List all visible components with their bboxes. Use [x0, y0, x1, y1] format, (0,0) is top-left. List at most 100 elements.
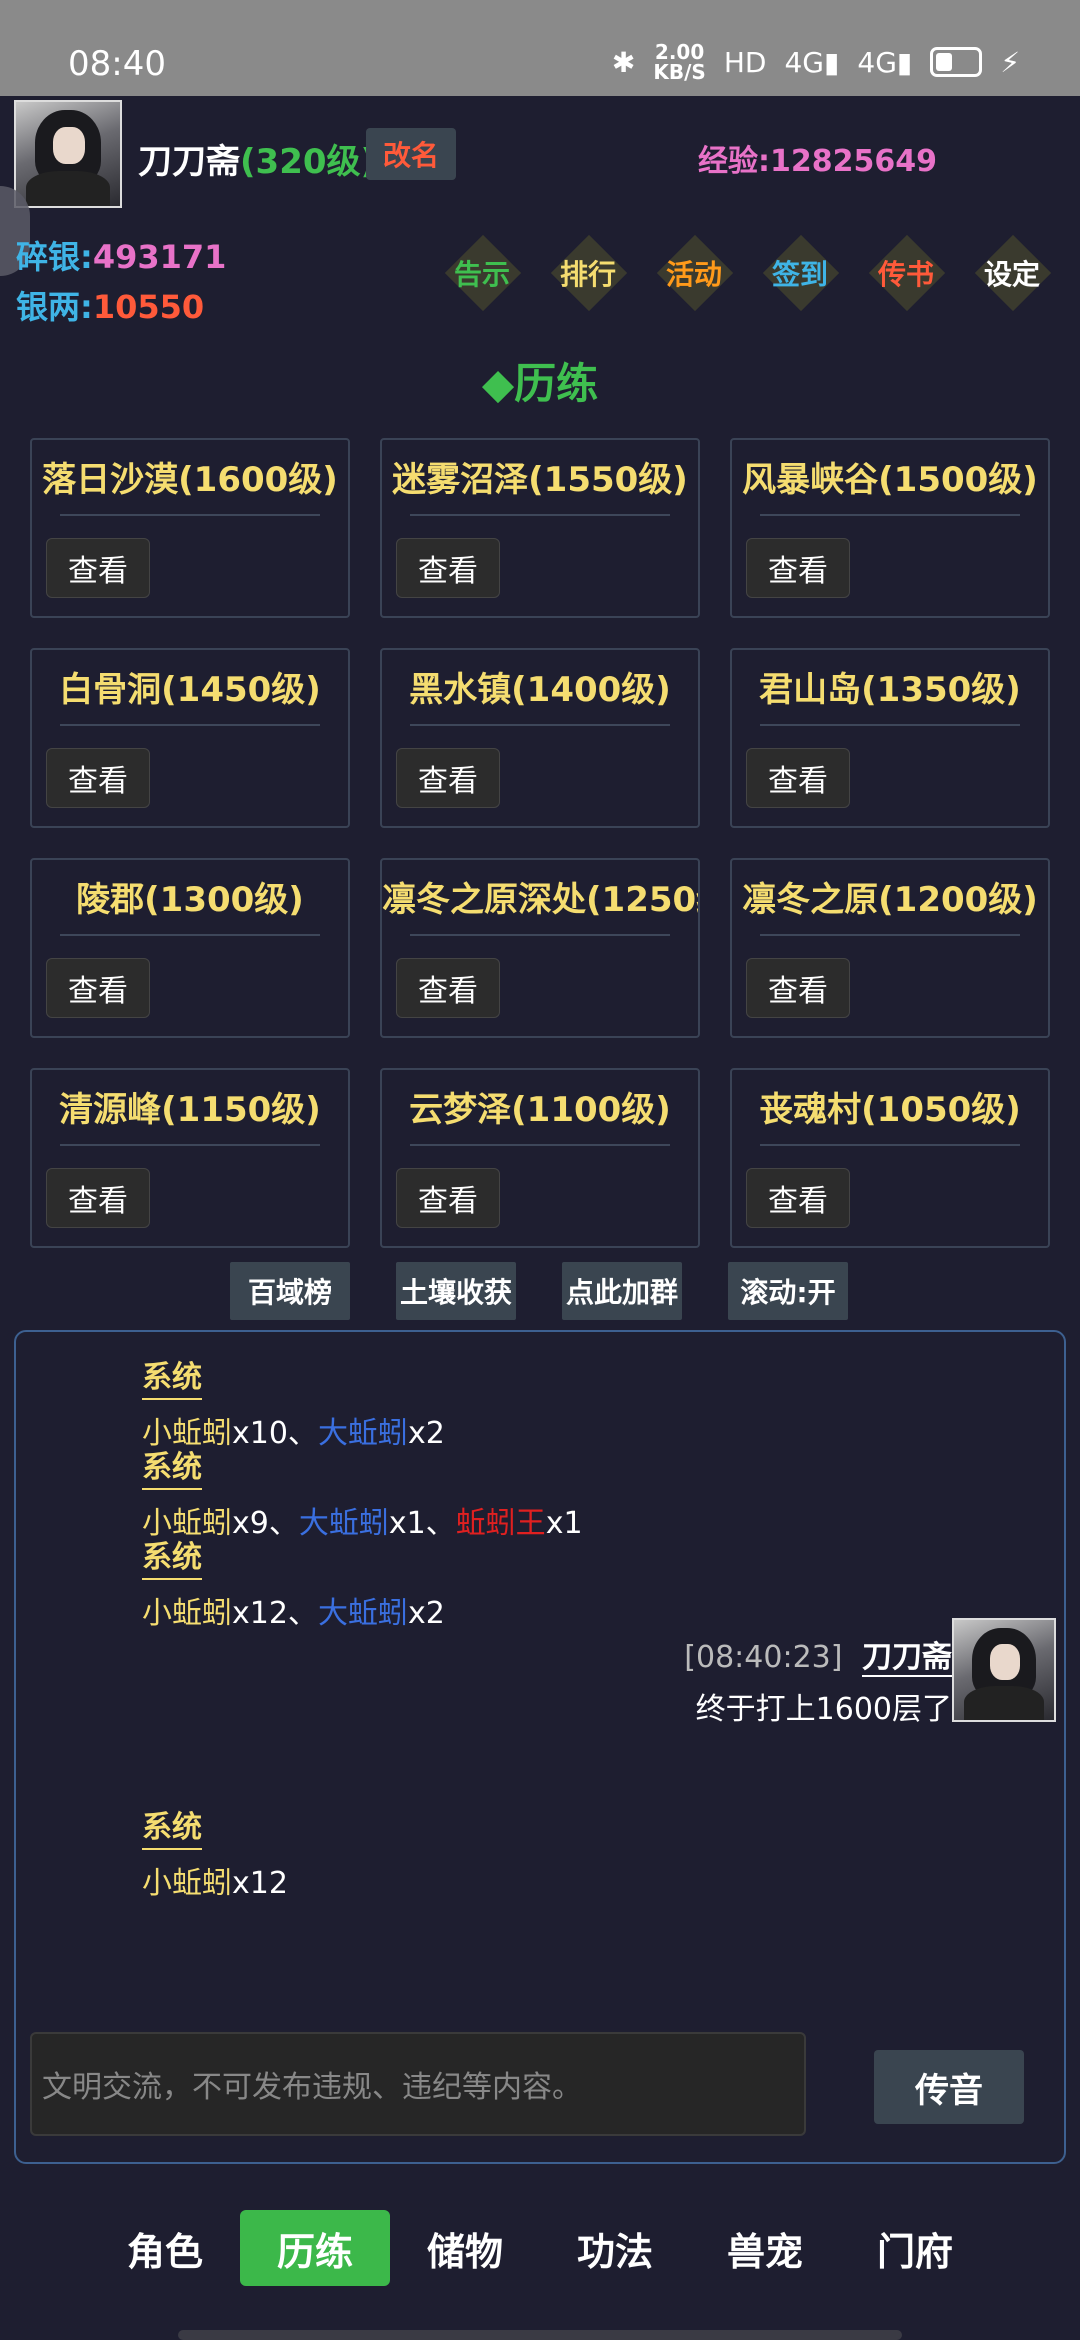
- shards-silver: 碎银:493171: [16, 238, 227, 276]
- avatar[interactable]: [14, 100, 122, 208]
- action-button-2[interactable]: 点此加群: [562, 1262, 682, 1320]
- area-title: 凛冬之原(1200级): [742, 880, 1038, 920]
- chat-input[interactable]: 文明交流，不可发布违规、违纪等内容。: [30, 2032, 806, 2136]
- divider: [410, 934, 670, 936]
- bottom-nav-item-1[interactable]: 历练: [240, 2210, 390, 2286]
- item-count: x1: [545, 1506, 583, 1541]
- chat-sender: 系统: [142, 1802, 202, 1850]
- chat-content: 终于打上1600层了: [695, 1692, 952, 1727]
- view-button[interactable]: 查看: [746, 538, 850, 598]
- experience: 经验:12825649: [698, 144, 937, 179]
- area-card: 白骨洞(1450级) 查看: [30, 648, 350, 828]
- top-nav-label: 告示: [453, 258, 510, 291]
- bottom-nav-item-5[interactable]: 门府: [840, 2210, 990, 2286]
- top-nav-label: 活动: [665, 258, 722, 291]
- chat-sender: 系统: [142, 1352, 202, 1400]
- view-button[interactable]: 查看: [396, 958, 500, 1018]
- chat-avatar[interactable]: [952, 1618, 1056, 1722]
- battery-icon: [930, 47, 983, 77]
- area-title: 君山岛(1350级): [759, 670, 1021, 710]
- top-nav-label: 传书: [877, 258, 934, 291]
- chat-message: 系统 小蚯蚓x9、大蚯蚓x1、蚯蚓王x1: [142, 1442, 583, 1542]
- action-button-1[interactable]: 土壤收获: [396, 1262, 516, 1320]
- top-nav-item-2[interactable]: 活动: [656, 228, 732, 318]
- area-title: 风暴峡谷(1500级): [742, 460, 1038, 500]
- area-grid: 落日沙漠(1600级) 查看 迷雾沼泽(1550级) 查看 风暴峡谷(1500级) 查看白…: [30, 438, 1050, 1248]
- area-title: 迷雾沼泽(1550级): [392, 460, 688, 500]
- chat-panel[interactable]: 系统 小蚯蚓x10、大蚯蚓x2 系统 小蚯蚓x9、大蚯蚓x1、蚯蚓王x1 系统 …: [14, 1330, 1066, 2164]
- view-button[interactable]: 查看: [396, 538, 500, 598]
- rename-button[interactable]: 改名: [366, 128, 456, 180]
- send-button[interactable]: 传音: [874, 2050, 1024, 2124]
- area-card: 云梦泽(1100级) 查看: [380, 1068, 700, 1248]
- view-button[interactable]: 查看: [746, 1168, 850, 1228]
- view-button[interactable]: 查看: [396, 748, 500, 808]
- top-nav: 告示 排行 活动 签到 传书 设定: [444, 228, 1050, 318]
- view-button[interactable]: 查看: [46, 1168, 150, 1228]
- silver-taels: 银两:10550: [16, 288, 205, 326]
- bottom-nav-item-2[interactable]: 储物: [390, 2210, 540, 2286]
- home-indicator[interactable]: [178, 2330, 902, 2340]
- chat-message: 系统 小蚯蚓x12、大蚯蚓x2: [142, 1532, 445, 1632]
- divider: [410, 724, 670, 726]
- area-card: 清源峰(1150级) 查看: [30, 1068, 350, 1248]
- area-title: 丧魂村(1050级): [759, 1090, 1021, 1130]
- divider: [760, 1144, 1020, 1146]
- top-nav-label: 排行: [559, 258, 616, 291]
- top-nav-label: 签到: [771, 258, 828, 291]
- view-button[interactable]: 查看: [746, 748, 850, 808]
- chat-sender: 系统: [142, 1442, 202, 1490]
- area-title: 云梦泽(1100级): [409, 1090, 671, 1130]
- item-name: 小蚯蚓: [142, 1866, 232, 1901]
- area-title: 凛冬之原深处(1250级): [382, 880, 698, 920]
- view-button[interactable]: 查看: [46, 958, 150, 1018]
- top-nav-item-1[interactable]: 排行: [550, 228, 626, 318]
- chat-content: 小蚯蚓x12、大蚯蚓x2: [142, 1588, 445, 1632]
- player-name: 刀刀斋(320级): [138, 142, 377, 182]
- area-card: 黑水镇(1400级) 查看: [380, 648, 700, 828]
- action-buttons: 百域榜 土壤收获 点此加群 滚动:开: [230, 1262, 848, 1320]
- view-button[interactable]: 查看: [46, 538, 150, 598]
- divider: [60, 514, 320, 516]
- area-card: 凛冬之原(1200级) 查看: [730, 858, 1050, 1038]
- player-level: (320级): [240, 142, 377, 182]
- item-name: 小蚯蚓: [142, 1596, 232, 1631]
- top-nav-item-3[interactable]: 签到: [762, 228, 838, 318]
- top-nav-item-5[interactable]: 设定: [974, 228, 1050, 318]
- action-button-3[interactable]: 滚动:开: [728, 1262, 848, 1320]
- top-nav-item-0[interactable]: 告示: [444, 228, 520, 318]
- status-icons: ✱ 2.00 KB/S HD 4G▮ 4G▮ ⚡: [612, 42, 1020, 82]
- action-button-0[interactable]: 百域榜: [230, 1262, 350, 1320]
- area-card: 风暴峡谷(1500级) 查看: [730, 438, 1050, 618]
- area-title: 白骨洞(1450级): [59, 670, 321, 710]
- item-name: 蚯蚓王: [455, 1506, 546, 1541]
- item-name: 大蚯蚓: [317, 1596, 408, 1631]
- top-nav-item-4[interactable]: 传书: [868, 228, 944, 318]
- item-count: x12: [232, 1866, 288, 1901]
- area-title: 落日沙漠(1600级): [42, 460, 338, 500]
- hd-icon: HD: [723, 45, 767, 79]
- area-title: 陵郡(1300级): [76, 880, 304, 920]
- chat-sender: 刀刀斋: [862, 1640, 952, 1677]
- top-nav-label: 设定: [983, 258, 1040, 291]
- area-card: 落日沙漠(1600级) 查看: [30, 438, 350, 618]
- status-time: 08:40: [68, 44, 166, 84]
- area-card: 迷雾沼泽(1550级) 查看: [380, 438, 700, 618]
- view-button[interactable]: 查看: [746, 958, 850, 1018]
- chat-message: 系统 小蚯蚓x12: [142, 1802, 288, 1902]
- bottom-nav-item-3[interactable]: 功法: [540, 2210, 690, 2286]
- chat-sender: 系统: [142, 1532, 202, 1580]
- divider: [760, 934, 1020, 936]
- chat-timestamp: [08:40:23]: [684, 1640, 843, 1675]
- view-button[interactable]: 查看: [396, 1168, 500, 1228]
- bottom-nav-item-4[interactable]: 兽宠: [690, 2210, 840, 2286]
- divider: [410, 514, 670, 516]
- area-card: 丧魂村(1050级) 查看: [730, 1068, 1050, 1248]
- view-button[interactable]: 查看: [46, 748, 150, 808]
- bluetooth-icon: ✱: [611, 45, 636, 79]
- divider: [760, 514, 1020, 516]
- charging-icon: ⚡: [1000, 45, 1020, 79]
- chat-message: 系统 小蚯蚓x10、大蚯蚓x2: [142, 1352, 445, 1452]
- divider: [760, 724, 1020, 726]
- bottom-nav-item-0[interactable]: 角色: [90, 2210, 240, 2286]
